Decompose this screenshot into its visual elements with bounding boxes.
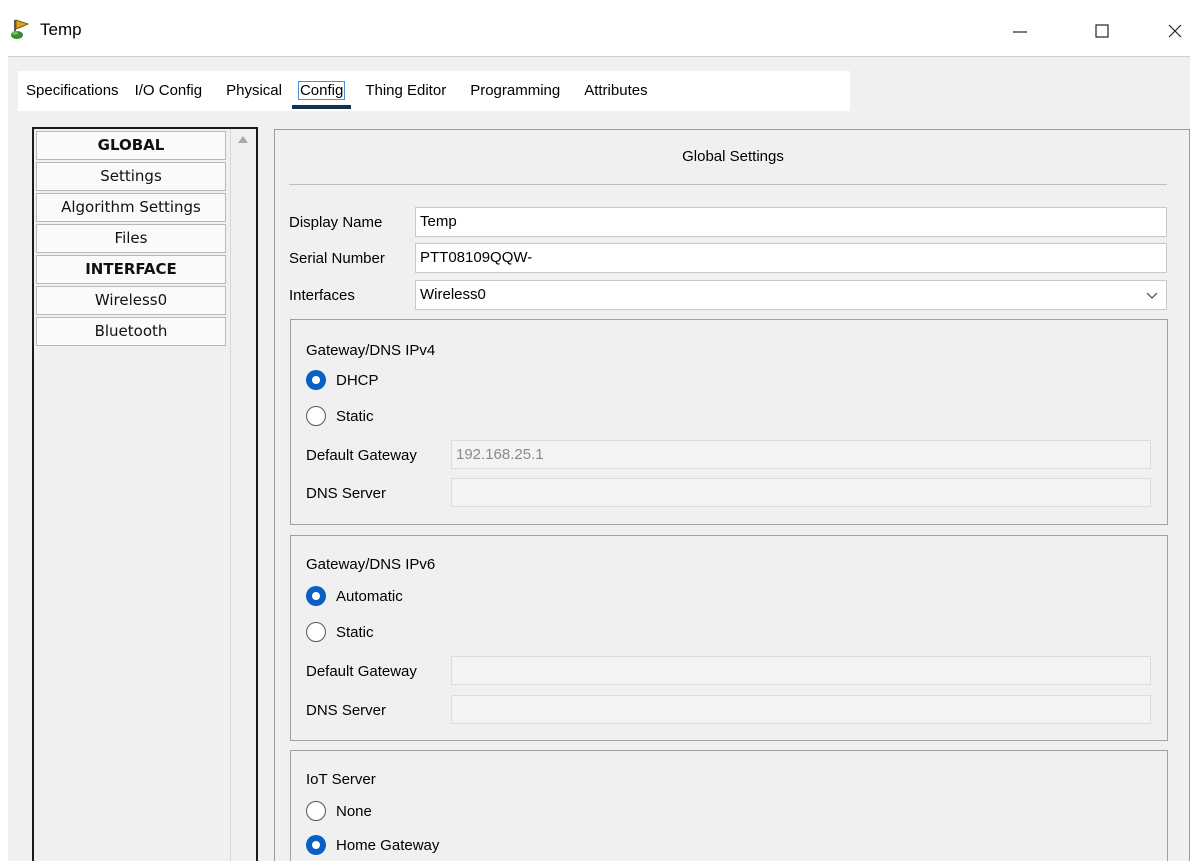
ipv4-dhcp-option[interactable]: DHCP <box>306 370 379 390</box>
ipv4-dns-server-input[interactable] <box>451 478 1151 507</box>
panel-title: Global Settings <box>682 148 784 165</box>
ipv4-group: Gateway/DNS IPv4 DHCP Static Default Gat… <box>290 319 1168 525</box>
ipv6-default-gateway-input[interactable] <box>451 656 1151 685</box>
window-title: Temp <box>40 20 82 39</box>
tab-config[interactable]: Config <box>290 71 353 111</box>
sidebar-item-global[interactable]: GLOBAL <box>36 131 226 160</box>
tab-io-config[interactable]: I/O Config <box>127 71 211 111</box>
chevron-down-icon <box>1146 292 1158 299</box>
ipv6-automatic-option[interactable]: Automatic <box>306 586 403 606</box>
close-button[interactable] <box>1155 14 1190 48</box>
ipv4-dns-server-label: DNS Server <box>306 485 387 502</box>
ipv4-dhcp-label: DHCP <box>336 371 379 389</box>
ipv6-group-title: Gateway/DNS IPv6 <box>306 556 436 573</box>
radio-selected-icon[interactable] <box>306 370 326 390</box>
divider <box>289 184 1167 185</box>
serial-number-input[interactable]: PTT08109QQW- <box>415 243 1167 273</box>
interfaces-selected-value: Wireless0 <box>420 286 486 303</box>
sidebar-list: GLOBAL Settings Algorithm Settings Files… <box>36 131 226 348</box>
ipv6-group: Gateway/DNS IPv6 Automatic Static Defaul… <box>290 535 1168 741</box>
radio-selected-icon[interactable] <box>306 835 326 855</box>
scroll-up-arrow-icon[interactable] <box>238 136 248 143</box>
tab-thing-editor[interactable]: Thing Editor <box>357 71 454 111</box>
ipv6-automatic-label: Automatic <box>336 587 403 605</box>
sidebar-item-settings[interactable]: Settings <box>36 162 226 191</box>
sidebar-item-wireless0[interactable]: Wireless0 <box>36 286 226 315</box>
config-sidebar: GLOBAL Settings Algorithm Settings Files… <box>32 127 258 861</box>
iot-none-label: None <box>336 802 372 820</box>
display-name-label: Display Name <box>289 214 383 231</box>
packet-tracer-thing-icon <box>11 19 30 39</box>
sidebar-scrollbar[interactable] <box>230 129 256 861</box>
ipv6-static-option[interactable]: Static <box>306 622 374 642</box>
radio-selected-icon[interactable] <box>306 586 326 606</box>
ipv6-dns-server-input[interactable] <box>451 695 1151 724</box>
ipv4-group-title: Gateway/DNS IPv4 <box>306 342 436 359</box>
sidebar-item-bluetooth[interactable]: Bluetooth <box>36 317 226 346</box>
ipv4-static-option[interactable]: Static <box>306 406 374 426</box>
interfaces-label: Interfaces <box>289 287 355 304</box>
iot-server-group: IoT Server None Home Gateway <box>290 750 1168 861</box>
sidebar-item-interface[interactable]: INTERFACE <box>36 255 226 284</box>
tab-bar: Specifications I/O Config Physical Confi… <box>18 71 850 111</box>
radio-unselected-icon[interactable] <box>306 622 326 642</box>
ipv4-default-gateway-label: Default Gateway <box>306 447 417 464</box>
ipv4-default-gateway-input[interactable]: 192.168.25.1 <box>451 440 1151 469</box>
iot-home-gateway-label: Home Gateway <box>336 836 440 854</box>
tab-specifications[interactable]: Specifications <box>18 71 127 111</box>
maximize-icon <box>1095 24 1109 38</box>
global-settings-panel: Global Settings Display Name Temp Serial… <box>274 129 1190 861</box>
ipv6-default-gateway-label: Default Gateway <box>306 663 417 680</box>
interfaces-select[interactable]: Wireless0 <box>415 280 1167 310</box>
close-icon <box>1168 24 1182 38</box>
sidebar-item-algorithm-settings[interactable]: Algorithm Settings <box>36 193 226 222</box>
ipv6-dns-server-label: DNS Server <box>306 702 387 719</box>
radio-unselected-icon[interactable] <box>306 801 326 821</box>
ipv6-static-label: Static <box>336 623 374 641</box>
minimize-button[interactable] <box>1000 14 1040 48</box>
tab-programming[interactable]: Programming <box>462 71 568 111</box>
minimize-icon <box>1013 31 1027 33</box>
tab-physical[interactable]: Physical <box>218 71 290 111</box>
iot-home-gateway-option[interactable]: Home Gateway <box>306 835 439 855</box>
serial-number-label: Serial Number <box>289 250 385 267</box>
sidebar-item-files[interactable]: Files <box>36 224 226 253</box>
tab-attributes[interactable]: Attributes <box>576 71 655 111</box>
iot-none-option[interactable]: None <box>306 801 372 821</box>
ipv4-static-label: Static <box>336 407 374 425</box>
display-name-input[interactable]: Temp <box>415 207 1167 237</box>
device-dialog: Specifications I/O Config Physical Confi… <box>8 56 1190 861</box>
maximize-button[interactable] <box>1082 14 1122 48</box>
radio-unselected-icon[interactable] <box>306 406 326 426</box>
iot-server-group-title: IoT Server <box>306 771 376 788</box>
title-bar: Temp <box>0 0 1190 64</box>
